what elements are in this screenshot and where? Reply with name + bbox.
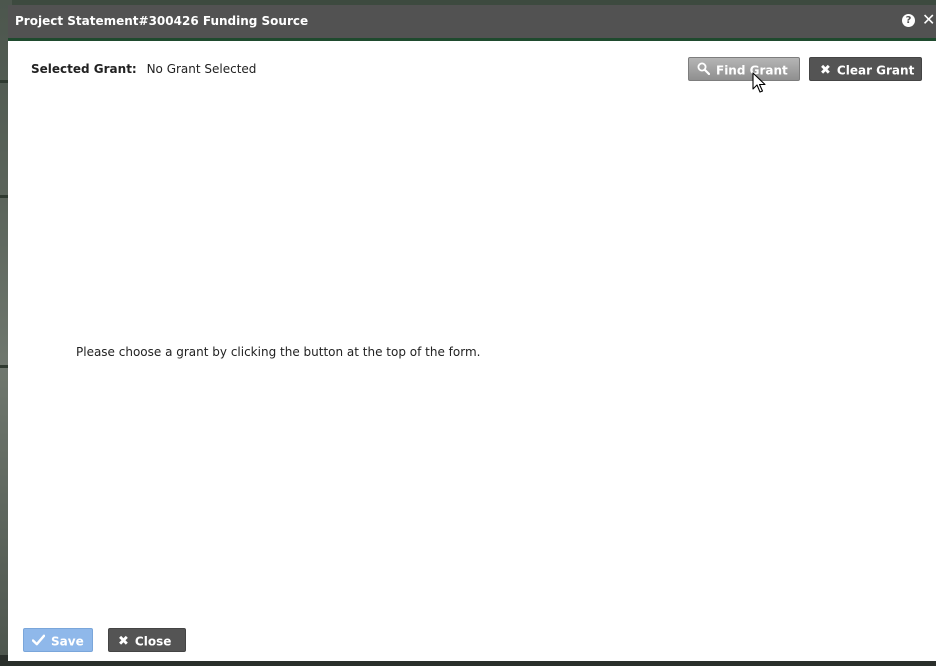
x-icon: ✖ bbox=[820, 62, 831, 78]
mouse-pointer-icon bbox=[752, 72, 766, 93]
clear-grant-label: Clear Grant bbox=[836, 63, 915, 78]
checkmark-icon bbox=[31, 630, 46, 654]
instruction-message: Please choose a grant by clicking the bu… bbox=[76, 345, 481, 359]
save-button[interactable]: Save bbox=[23, 628, 93, 652]
close-icon[interactable]: ✕ bbox=[922, 11, 935, 29]
save-label: Save bbox=[51, 634, 84, 649]
search-icon bbox=[697, 59, 711, 83]
find-grant-button[interactable]: Find Grant bbox=[688, 57, 800, 81]
clear-grant-button[interactable]: ✖ Clear Grant bbox=[809, 57, 922, 81]
question-circle-icon[interactable]: ? bbox=[902, 14, 915, 27]
close-label: Close bbox=[134, 634, 172, 649]
selected-grant-value: No Grant Selected bbox=[146, 62, 257, 76]
x-icon: ✖ bbox=[118, 633, 129, 649]
dialog-title: Project Statement#300426 Funding Source bbox=[15, 14, 309, 28]
selected-grant-label: Selected Grant: bbox=[31, 62, 137, 76]
funding-source-dialog: Project Statement#300426 Funding Source … bbox=[8, 5, 936, 661]
close-button[interactable]: ✖ Close bbox=[108, 628, 186, 652]
dialog-titlebar: Project Statement#300426 Funding Source … bbox=[8, 5, 936, 41]
selected-grant-row: Selected Grant: No Grant Selected bbox=[31, 62, 256, 76]
